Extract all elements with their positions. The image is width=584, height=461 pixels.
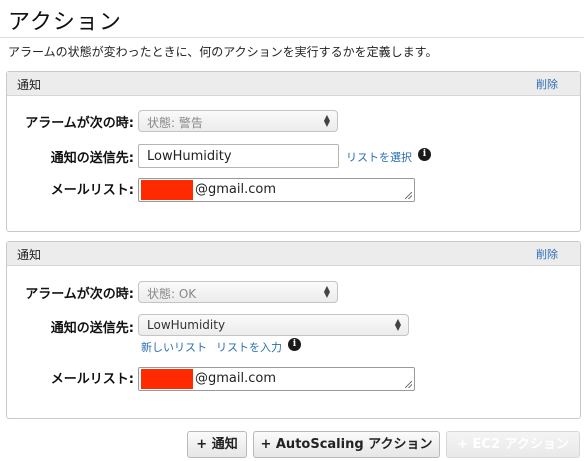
info-icon[interactable]: i bbox=[418, 148, 431, 161]
delete-link[interactable]: 削除 bbox=[536, 246, 558, 262]
panel-header: 通知 削除 bbox=[7, 72, 580, 96]
updown-arrows-icon: ▲ ▼ bbox=[323, 284, 330, 299]
email-list-label: メールリスト: bbox=[50, 372, 134, 387]
section-title: アクション bbox=[8, 10, 122, 35]
alarm-state-select[interactable]: 状態: 警告 ▲ ▼ bbox=[138, 110, 338, 132]
redaction-block bbox=[141, 180, 193, 200]
panel-title: 通知 bbox=[17, 78, 42, 92]
add-notification-button[interactable]: + 通知 bbox=[187, 431, 247, 458]
resize-grip-icon[interactable] bbox=[405, 192, 412, 199]
delete-link[interactable]: 削除 bbox=[536, 76, 558, 92]
actions-page: アクション アラームの状態が変わったときに、何のアクションを実行するかを定義しま… bbox=[0, 0, 584, 461]
alarm-state-value: 状態: OK bbox=[147, 287, 197, 301]
info-icon[interactable]: i bbox=[288, 338, 301, 351]
send-to-input[interactable]: LowHumidity bbox=[138, 144, 339, 168]
send-to-label: 通知の送信先: bbox=[50, 321, 134, 336]
new-list-link[interactable]: 新しいリスト bbox=[141, 339, 207, 355]
section-description: アラームの状態が変わったときに、何のアクションを実行するかを定義します。 bbox=[8, 45, 438, 59]
add-ec2-action-button[interactable]: + EC2 アクション bbox=[446, 431, 580, 458]
email-list-label: メールリスト: bbox=[50, 183, 134, 198]
alarm-state-label: アラームが次の時: bbox=[25, 116, 134, 131]
notification-action-panel-1: 通知 削除 アラームが次の時: 状態: 警告 ▲ ▼ 通知の送信先: LowHum… bbox=[6, 71, 581, 232]
email-value: @gmail.com bbox=[195, 182, 277, 197]
redaction-block bbox=[141, 369, 193, 389]
enter-list-link[interactable]: リストを入力 bbox=[216, 339, 282, 355]
select-list-link[interactable]: リストを選択 bbox=[346, 149, 412, 165]
resize-grip-icon[interactable] bbox=[405, 381, 412, 388]
alarm-state-label: アラームが次の時: bbox=[25, 287, 134, 302]
send-to-select[interactable]: LowHumidity ▲ ▼ bbox=[138, 314, 409, 336]
updown-arrows-icon: ▲ ▼ bbox=[323, 113, 330, 128]
email-list-textarea[interactable]: @gmail.com bbox=[138, 178, 415, 202]
panel-header: 通知 削除 bbox=[7, 242, 580, 266]
title-divider bbox=[0, 37, 584, 38]
send-to-label: 通知の送信先: bbox=[50, 151, 134, 166]
send-to-value: LowHumidity bbox=[147, 318, 226, 332]
alarm-state-select[interactable]: 状態: OK ▲ ▼ bbox=[138, 281, 338, 303]
email-list-textarea[interactable]: @gmail.com bbox=[138, 367, 415, 391]
notification-action-panel-2: 通知 削除 アラームが次の時: 状態: OK ▲ ▼ 通知の送信先: LowHum… bbox=[6, 241, 581, 419]
alarm-state-value: 状態: 警告 bbox=[147, 116, 203, 130]
updown-arrows-icon: ▲ ▼ bbox=[394, 317, 401, 332]
add-autoscaling-action-button[interactable]: + AutoScaling アクション bbox=[253, 431, 440, 458]
panel-title: 通知 bbox=[17, 248, 42, 262]
email-value: @gmail.com bbox=[195, 371, 277, 386]
